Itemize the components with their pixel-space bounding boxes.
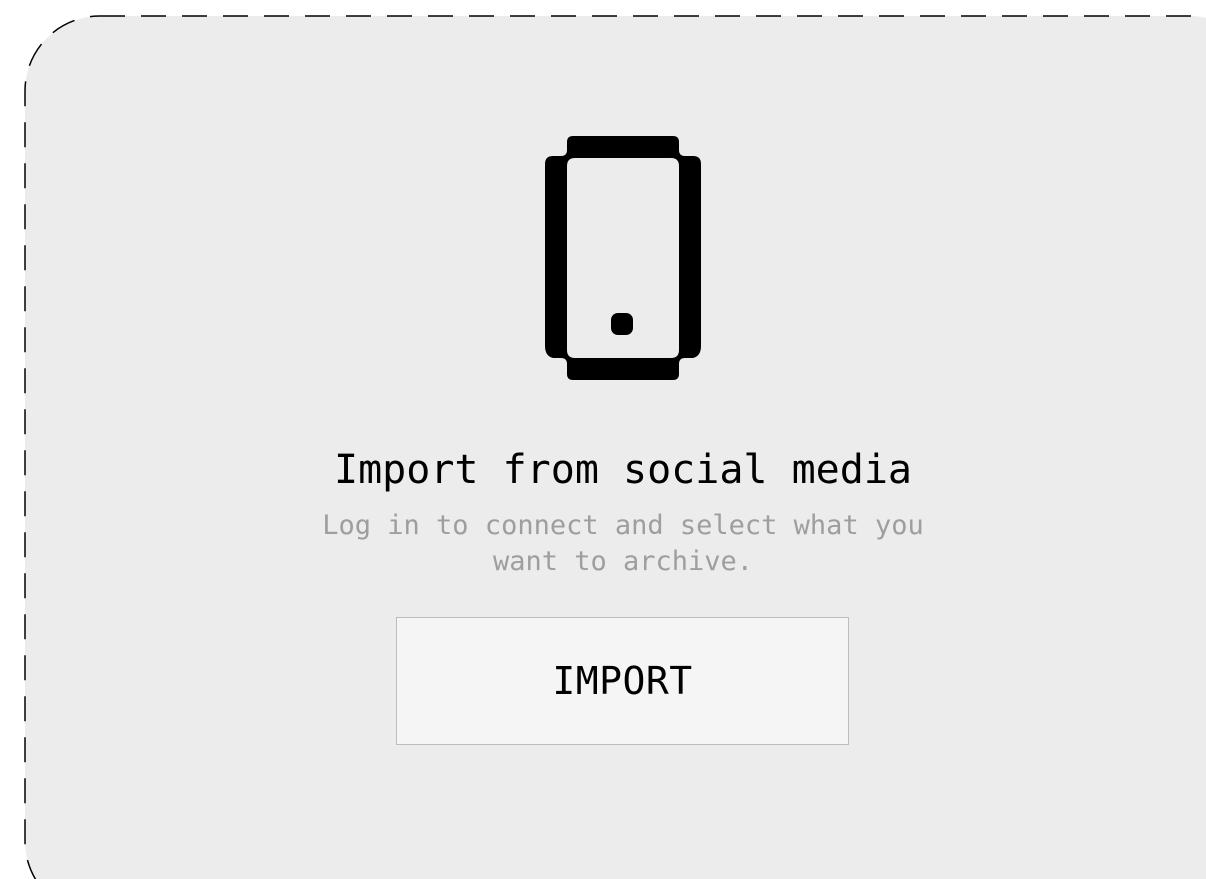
import-button[interactable]: IMPORT xyxy=(396,617,849,745)
card-title: Import from social media xyxy=(334,447,912,493)
import-button-label: IMPORT xyxy=(552,659,693,703)
card-description: Log in to connect and select what you wa… xyxy=(322,510,924,577)
mobile-phone-icon xyxy=(545,136,701,380)
import-card: Import from social media Log in to conne… xyxy=(0,0,1206,879)
card-dashed-border xyxy=(24,15,1206,879)
